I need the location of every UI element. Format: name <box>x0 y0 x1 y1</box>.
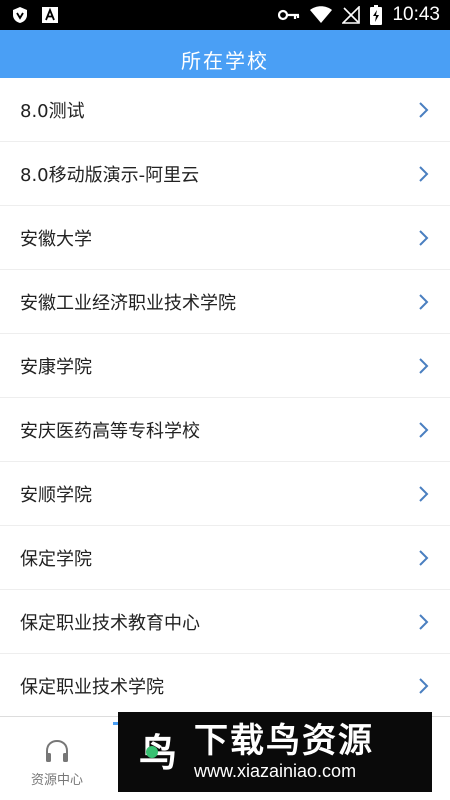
list-item[interactable]: 安徽工业经济职业技术学院 <box>0 270 450 334</box>
chevron-right-icon <box>416 292 430 312</box>
svg-text:鸟: 鸟 <box>139 731 177 775</box>
battery-charging-icon <box>370 5 383 25</box>
school-name: 8.0测试 <box>20 100 85 122</box>
headphones-icon <box>44 739 70 763</box>
chevron-right-icon <box>416 612 430 632</box>
school-list: 8.0测试 8.0移动版演示-阿里云 安徽大学 安徽工业经济职业技术学院 安康学… <box>0 78 450 716</box>
chevron-right-icon <box>416 676 430 696</box>
wifi-icon <box>310 6 333 24</box>
chevron-right-icon <box>416 228 430 248</box>
shield-icon <box>12 6 28 24</box>
list-item[interactable]: 安徽大学 <box>0 206 450 270</box>
school-name: 保定职业技术教育中心 <box>20 612 200 634</box>
font-a-icon <box>42 7 58 23</box>
list-item[interactable]: 保定职业技术学院 <box>0 654 450 716</box>
list-item[interactable]: 保定职业技术教育中心 <box>0 590 450 654</box>
school-name: 安康学院 <box>20 356 92 378</box>
status-bar: 10:43 <box>0 0 450 30</box>
watermark-url: www.xiazainiao.com <box>194 761 357 781</box>
list-item[interactable]: 安庆医药高等专科学校 <box>0 398 450 462</box>
list-item[interactable]: 8.0测试 <box>0 78 450 142</box>
school-name: 安庆医药高等专科学校 <box>20 420 200 442</box>
bird-logo-icon: 鸟 <box>132 726 184 778</box>
status-time: 10:43 <box>392 4 440 25</box>
school-name: 保定职业技术学院 <box>20 676 164 698</box>
chevron-right-icon <box>416 164 430 184</box>
key-icon <box>278 9 300 21</box>
list-item[interactable]: 安顺学院 <box>0 462 450 526</box>
chevron-right-icon <box>416 484 430 504</box>
page-title: 所在学校 <box>181 48 269 73</box>
school-name: 安徽大学 <box>20 228 92 250</box>
tab-label: 资源中心 <box>30 773 83 788</box>
school-name: 8.0移动版演示-阿里云 <box>20 164 200 186</box>
watermark-banner: 鸟 下载鸟资源 www.xiazainiao.com <box>118 712 432 792</box>
school-name: 安顺学院 <box>20 484 92 506</box>
chevron-right-icon <box>416 548 430 568</box>
tab-resource-center[interactable]: 资源中心 <box>12 739 102 788</box>
school-name: 安徽工业经济职业技术学院 <box>20 292 236 314</box>
chevron-right-icon <box>416 356 430 376</box>
school-name: 保定学院 <box>20 548 92 570</box>
list-item[interactable]: 安康学院 <box>0 334 450 398</box>
list-item[interactable]: 8.0移动版演示-阿里云 <box>0 142 450 206</box>
chevron-right-icon <box>416 420 430 440</box>
no-signal-icon <box>342 6 361 24</box>
watermark-title: 下载鸟资源 <box>194 721 374 761</box>
chevron-right-icon <box>416 100 430 120</box>
list-item[interactable]: 保定学院 <box>0 526 450 590</box>
